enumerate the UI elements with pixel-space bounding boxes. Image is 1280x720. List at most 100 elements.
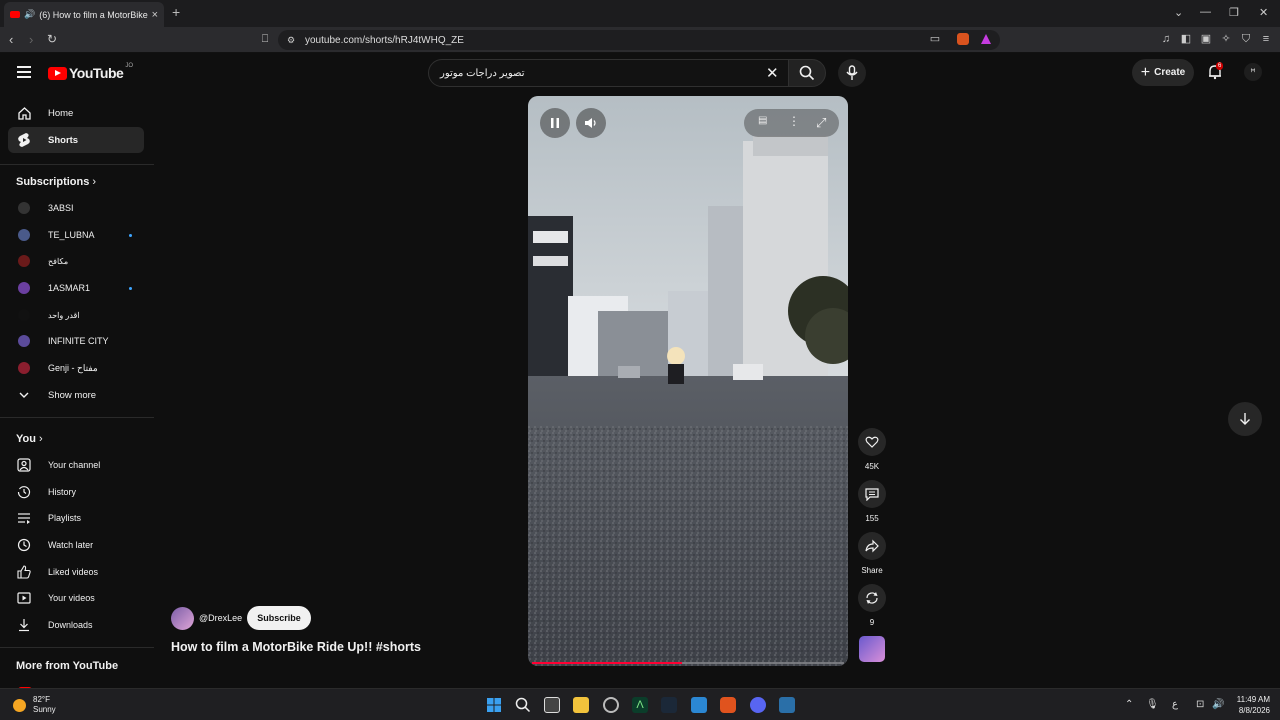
sidebar-item-playlists[interactable]: Playlists [8, 505, 144, 531]
system-clock[interactable]: 11:49 AM 8/8/2026 [1230, 694, 1270, 716]
sound-source-thumbnail[interactable] [859, 636, 885, 662]
account-avatar[interactable]: ꟸ [1244, 63, 1262, 81]
input-language[interactable]: ع [1172, 699, 1178, 710]
sidebar-item-home[interactable]: Home [8, 100, 144, 126]
leo-ai-icon[interactable]: ✧ [1220, 33, 1232, 45]
sidebar-item-downloads[interactable]: Downloads [8, 612, 144, 638]
share-button[interactable] [858, 532, 886, 560]
back-button[interactable]: ‹ [9, 32, 13, 47]
speaker-tray-icon[interactable]: 🔊 [1212, 699, 1224, 710]
sun-weather-icon[interactable] [13, 699, 26, 712]
sidebar-item-label: مكافح [48, 256, 69, 266]
address-bar[interactable]: ⚙ youtube.com/shorts/hRJ4tWHQ_ZE [278, 30, 1000, 50]
tab-search-chevron-icon[interactable]: ⌄ [1174, 6, 1183, 19]
sidebar-item-subscription[interactable]: اقدر واحد [8, 302, 144, 328]
like-button[interactable] [858, 428, 886, 456]
sidebar-item-subscription[interactable]: مكافح [8, 248, 144, 274]
minimize-button[interactable]: — [1200, 6, 1211, 18]
sidebar-item-subscription[interactable]: 3ABSI [8, 195, 144, 221]
terminal-app-icon[interactable]: Λ [632, 697, 648, 713]
show-hidden-icons-chevron-icon[interactable]: ⌃ [1125, 699, 1133, 710]
tab-title: (6) How to film a MotorBike R [39, 9, 148, 20]
store-app-icon[interactable] [691, 697, 707, 713]
search-icon[interactable] [515, 697, 531, 713]
microphone-tray-icon[interactable]: 🎙 [1146, 699, 1159, 710]
shorts-video-player[interactable] [528, 96, 848, 666]
clear-search-icon[interactable]: ✕ [766, 64, 779, 82]
divider [0, 647, 154, 648]
file-explorer-icon[interactable] [573, 697, 589, 713]
show-more-button[interactable]: Show more [8, 382, 144, 408]
windows-start-icon[interactable] [486, 697, 502, 713]
brave-shields-icon[interactable] [957, 33, 969, 45]
chevron-right-icon: › [92, 176, 97, 188]
close-window-button[interactable]: ✕ [1259, 6, 1268, 19]
sidebar-item-subscription[interactable]: TE_LUBNA [8, 222, 144, 248]
more-options-icon[interactable]: ⋮ [788, 114, 800, 128]
comments-button[interactable] [858, 480, 886, 508]
forward-button[interactable]: › [29, 32, 33, 47]
logo-wordmark: YouTube [69, 65, 124, 81]
menu-hamburger-icon[interactable] [17, 66, 31, 78]
sidebar-toggle-icon[interactable]: ◧ [1180, 33, 1192, 45]
media-control-icon[interactable]: ♫ [1160, 33, 1172, 45]
brave-browser-icon[interactable] [720, 697, 736, 713]
maximize-button[interactable]: ❐ [1229, 6, 1239, 19]
cast-icon[interactable]: ▭ [929, 33, 941, 45]
new-tab-button[interactable]: + [172, 4, 180, 20]
browser-menu-icon[interactable]: ≡ [1260, 33, 1272, 45]
sidebar-item-watch-later[interactable]: Watch later [8, 532, 144, 558]
browser-tab[interactable]: 🔊 (6) How to film a MotorBike R × [4, 2, 164, 27]
sidebar-item-label: Show more [48, 389, 97, 401]
close-tab-icon[interactable]: × [152, 9, 158, 21]
weather-widget[interactable]: 82°F Sunny [33, 695, 56, 715]
sidebar-item-your-channel[interactable]: Your channel [8, 452, 144, 478]
create-button[interactable]: + Create [1132, 59, 1194, 86]
divider [0, 164, 154, 165]
brave-rewards-icon[interactable] [980, 33, 992, 45]
search-value: تصوير دراجات موتور [440, 67, 525, 79]
sidebar-item-history[interactable]: History [8, 479, 144, 505]
search-button[interactable] [788, 59, 826, 87]
fullscreen-icon[interactable]: ⤢ [816, 115, 826, 131]
sidebar-item-youtube-premium[interactable] [8, 679, 144, 688]
channel-name[interactable]: @DrexLee [199, 613, 242, 623]
audio-playing-icon[interactable]: 🔊 [24, 9, 35, 20]
site-info-icon[interactable]: ⚙ [285, 34, 297, 46]
share-label: Share [861, 566, 883, 575]
subscribe-button[interactable]: Subscribe [247, 606, 311, 630]
reload-button[interactable]: ↻ [47, 32, 57, 46]
sidebar-item-your-videos[interactable]: Your videos [8, 585, 144, 611]
short-title[interactable]: How to film a MotorBike Ride Up!! #short… [171, 640, 421, 654]
sidebar-item-subscription[interactable]: Genji - مفتاح [8, 355, 144, 381]
search-input[interactable]: تصوير دراجات موتور [428, 59, 790, 87]
sidebar-item-liked-videos[interactable]: Liked videos [8, 559, 144, 585]
vpn-icon[interactable]: ⛉ [1240, 33, 1252, 45]
steam-app-icon[interactable] [779, 697, 795, 713]
wallet-icon[interactable]: ▣ [1200, 33, 1212, 45]
chrome-like-browser-icon[interactable] [603, 697, 619, 713]
sidebar: Home Shorts Subscriptions › 3ABSI TE_LUB… [0, 98, 154, 688]
pause-button[interactable] [540, 108, 570, 138]
task-view-icon[interactable] [544, 697, 560, 713]
steam-icon[interactable] [661, 697, 677, 713]
you-heading[interactable]: You › [16, 433, 43, 445]
sidebar-item-label: 3ABSI [48, 203, 74, 213]
subscriptions-heading[interactable]: Subscriptions › [16, 176, 96, 188]
captions-icon[interactable]: ▤ [758, 115, 767, 126]
sidebar-item-label: TE_LUBNA [48, 230, 95, 240]
voice-search-button[interactable] [838, 59, 866, 87]
remix-button[interactable] [858, 584, 886, 612]
mute-button[interactable] [576, 108, 606, 138]
video-progress-bar[interactable] [532, 662, 844, 664]
bookmark-icon[interactable]: ⎕ [259, 33, 271, 45]
channel-avatar[interactable] [171, 607, 194, 630]
network-icon[interactable]: ⊡ [1196, 699, 1204, 710]
sidebar-item-subscription[interactable]: 1ASMAR1 [8, 275, 144, 301]
sidebar-item-shorts[interactable]: Shorts [8, 127, 144, 153]
next-short-button[interactable] [1228, 402, 1262, 436]
youtube-logo[interactable]: YouTube JO [48, 63, 133, 81]
sidebar-item-subscription[interactable]: INFINITE CITY [8, 328, 144, 354]
search-icon [799, 65, 815, 81]
discord-icon[interactable] [750, 697, 766, 713]
